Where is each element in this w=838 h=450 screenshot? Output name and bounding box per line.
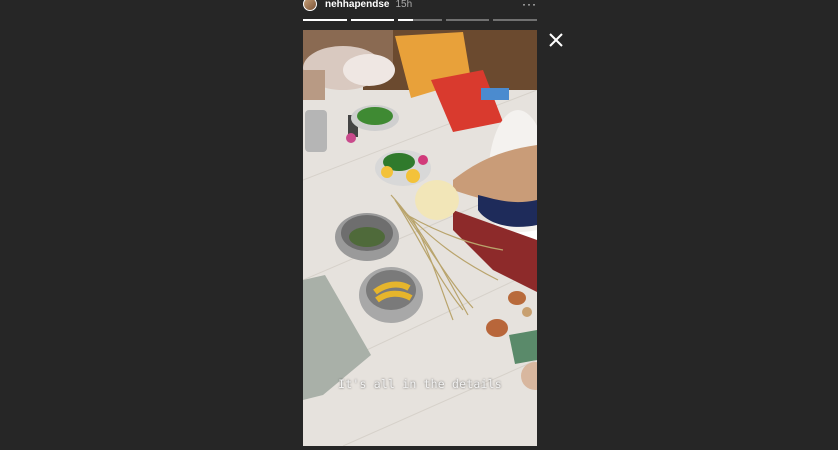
story-progress-bar bbox=[303, 19, 537, 21]
story-header: nehhapendse 15h ··· bbox=[303, 0, 537, 14]
progress-segment-2 bbox=[350, 19, 395, 21]
close-button[interactable] bbox=[546, 30, 566, 50]
avatar[interactable] bbox=[303, 0, 317, 11]
progress-segment-4 bbox=[445, 19, 490, 21]
progress-segment-3 bbox=[398, 19, 442, 21]
story-timestamp: 15h bbox=[395, 0, 413, 10]
more-options-button[interactable]: ··· bbox=[522, 0, 537, 11]
progress-fill bbox=[398, 19, 414, 21]
progress-segment-1 bbox=[303, 19, 347, 21]
progress-fill bbox=[303, 19, 347, 21]
progress-fill bbox=[350, 19, 395, 21]
close-icon bbox=[549, 33, 563, 47]
username-link[interactable]: nehhapendse bbox=[325, 0, 389, 10]
story-caption: It's all in the details bbox=[338, 377, 502, 391]
progress-segment-5 bbox=[493, 19, 537, 21]
story-viewer: nehhapendse 15h ··· It's all in the deta… bbox=[0, 0, 838, 450]
